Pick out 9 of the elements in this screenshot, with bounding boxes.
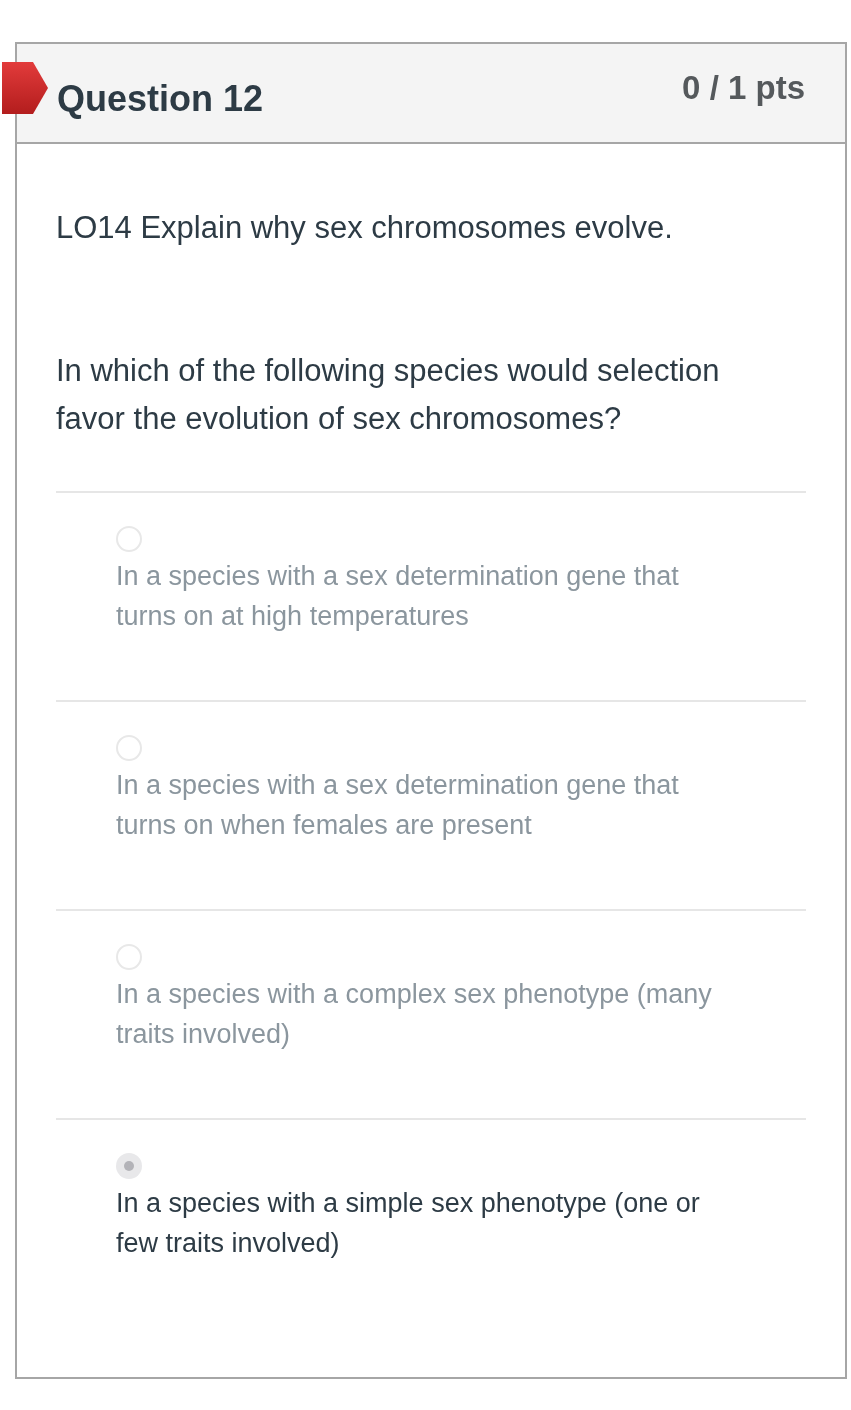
- radio-button[interactable]: [116, 1153, 142, 1179]
- question-title: Question 12: [57, 78, 264, 120]
- points-score: 0 / 1 pts: [682, 69, 805, 107]
- question-prompt: In which of the following species would selection favor the evolution of sex chromosomes?: [56, 352, 721, 438]
- answer-option[interactable]: In a species with a sex determination gene that turns on at high temperatures: [116, 556, 736, 636]
- answer-option[interactable]: In a species with a sex determination gene that turns on when females are present: [116, 765, 736, 845]
- answer-option[interactable]: In a species with a simple sex phenotype (one or few traits involved): [116, 1183, 736, 1263]
- answer-option[interactable]: In a species with a complex sex phenotype (many traits involved): [116, 974, 736, 1054]
- learning-objective: LO14 Explain why sex chromosomes evolve.: [56, 209, 674, 247]
